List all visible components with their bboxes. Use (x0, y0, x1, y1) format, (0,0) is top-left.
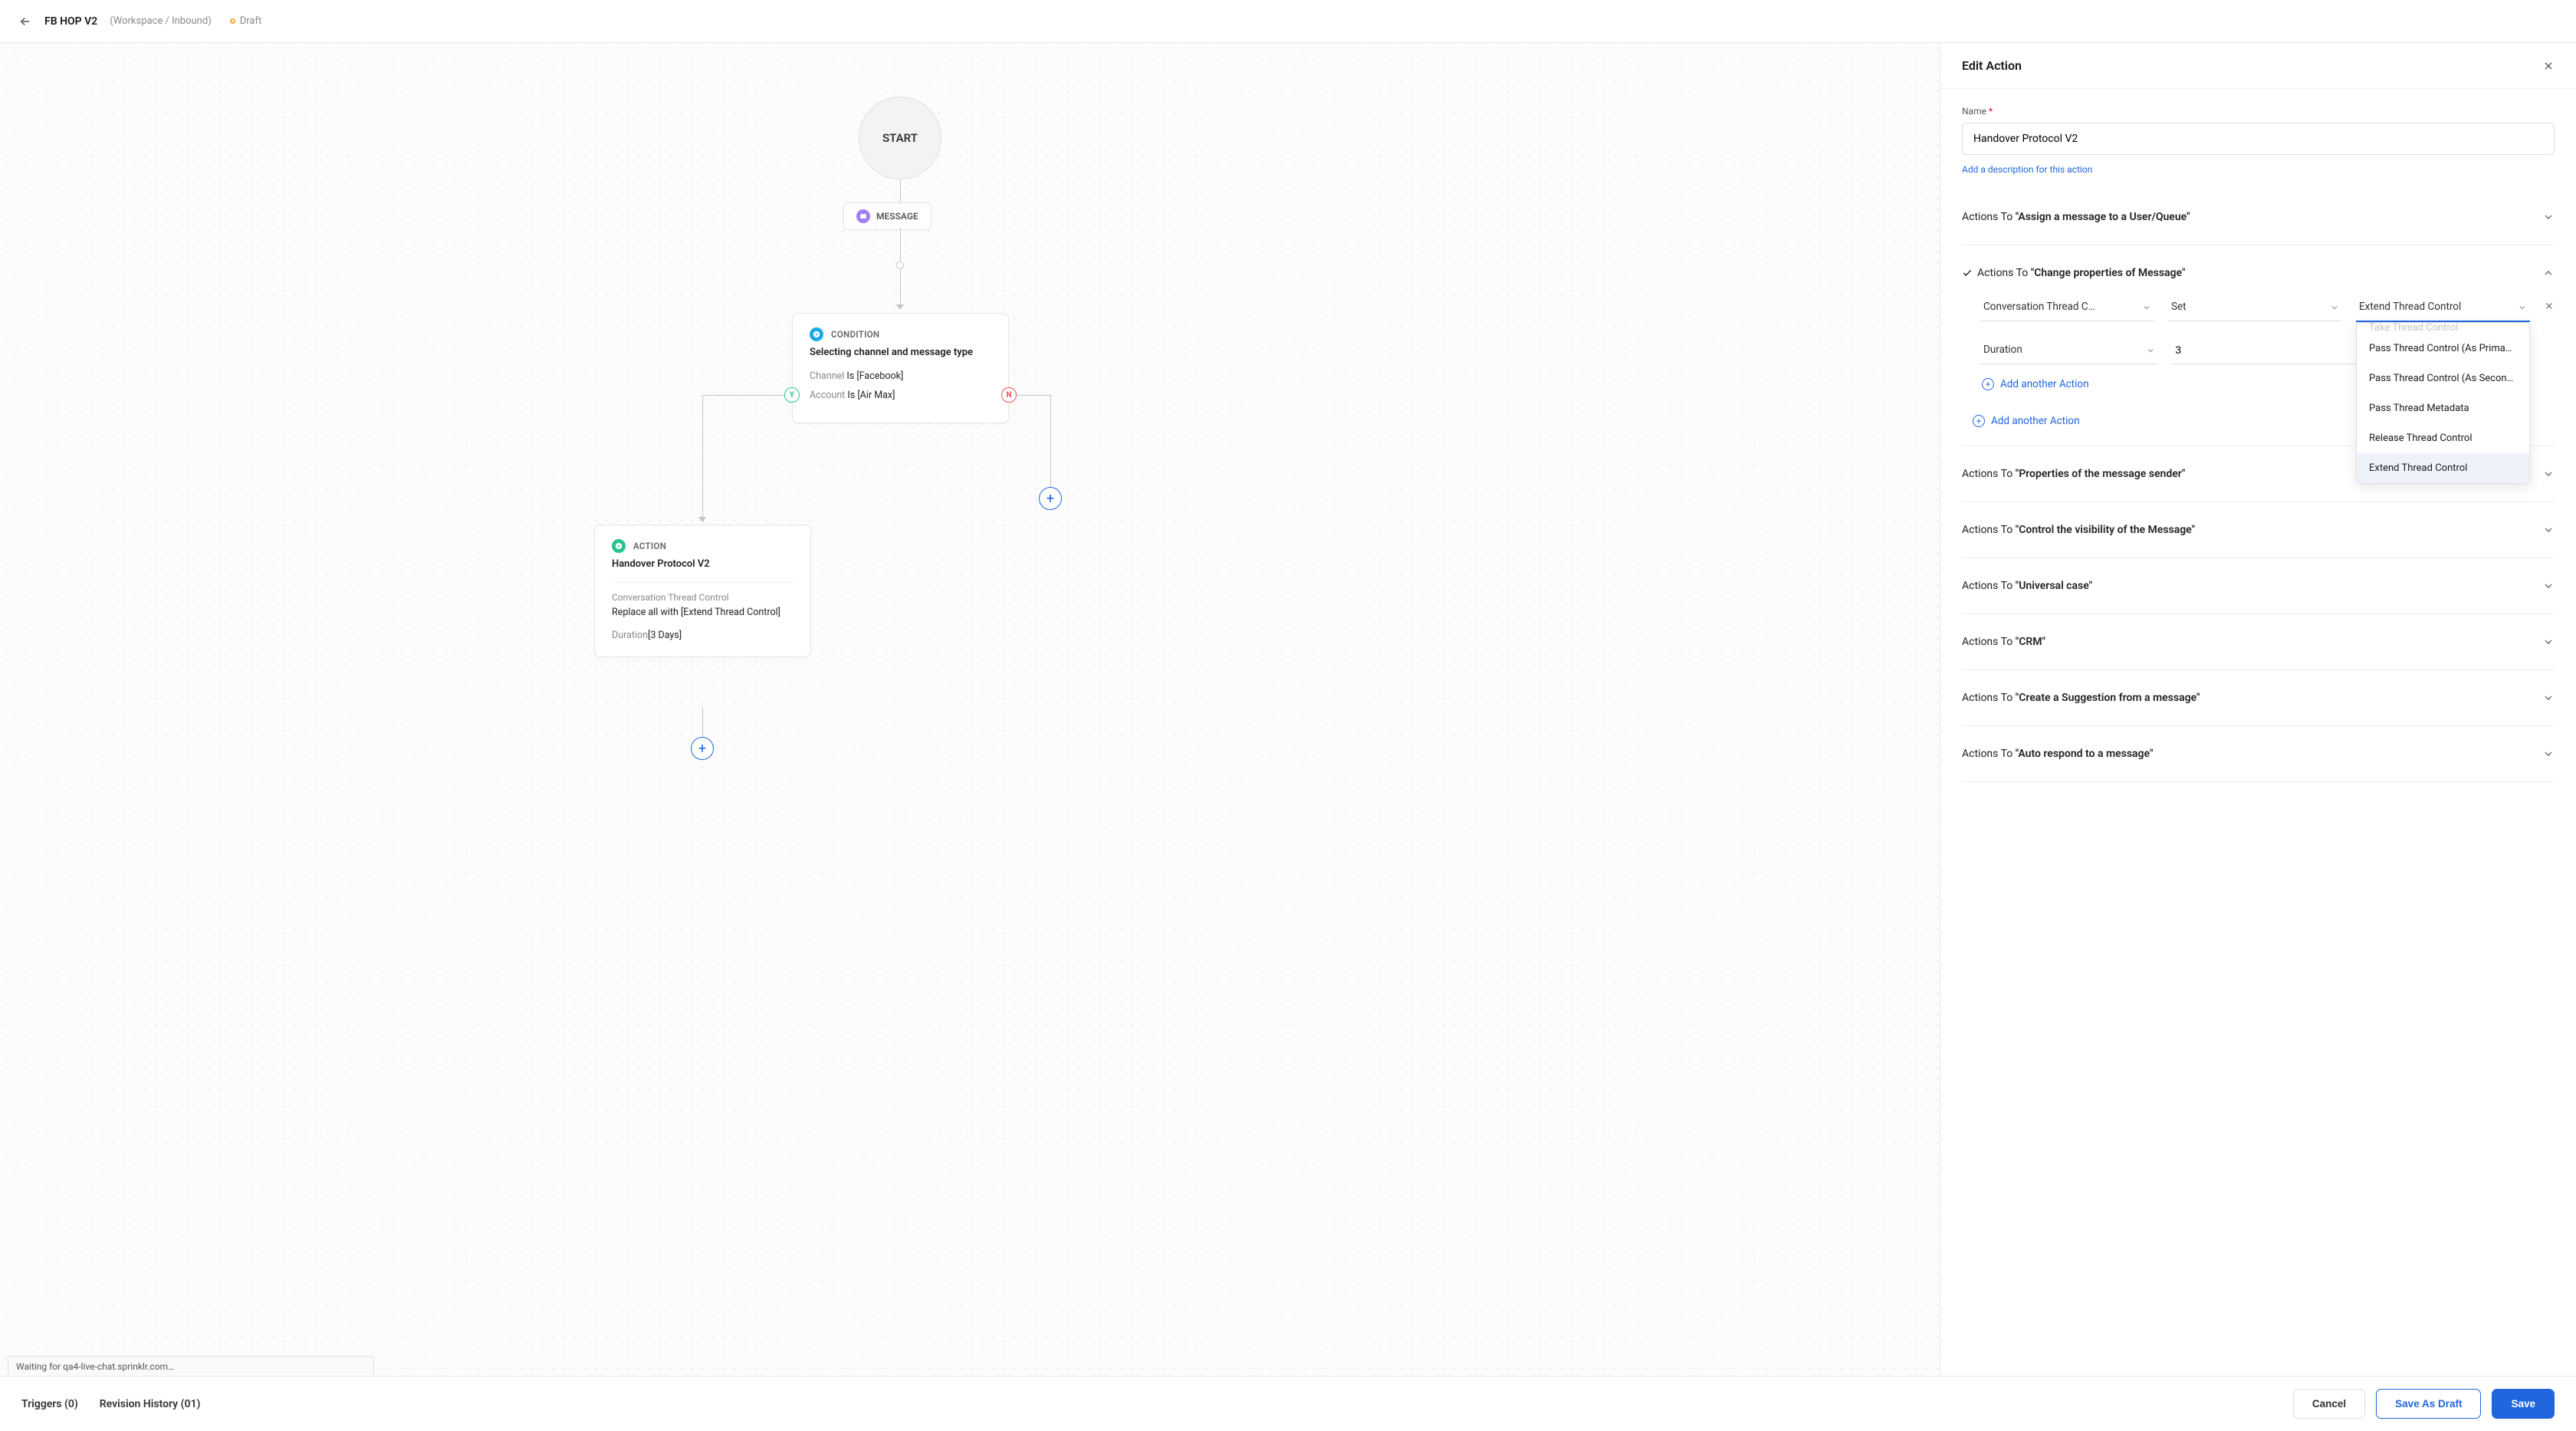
action-node[interactable]: ACTION Handover Protocol V2 Conversation… (594, 525, 811, 657)
property-select[interactable]: Conversation Thread C… (1980, 293, 2154, 321)
condition-node[interactable]: CONDITION Selecting channel and message … (792, 313, 1009, 423)
chevron-down-icon (2542, 748, 2555, 760)
section-change-properties[interactable]: Actions To "Change properties of Message… (1962, 245, 2555, 293)
panel-title: Edit Action (1962, 58, 2022, 73)
chevron-down-icon (2542, 636, 2555, 648)
dropdown-option[interactable]: Release Thread Control (2357, 423, 2529, 453)
no-port[interactable]: N (1001, 387, 1017, 403)
section-universal-case[interactable]: Actions To "Universal case" (1962, 558, 2555, 614)
dropdown-option[interactable]: Pass Thread Control (As Prima… (2357, 334, 2529, 364)
action-prop: Conversation Thread Control (612, 592, 794, 603)
chevron-down-icon (2542, 524, 2555, 536)
triggers-tab[interactable]: Triggers (0) (21, 1398, 78, 1410)
condition-row: Channel Is [Facebook] (810, 370, 991, 382)
duration-select[interactable]: Duration (1980, 336, 2158, 364)
action-duration: Duration[3 Days] (612, 629, 794, 643)
dropdown-option[interactable]: Pass Thread Control (As Secon… (2357, 364, 2529, 393)
check-icon (1962, 268, 1973, 278)
name-input[interactable] (1962, 123, 2555, 155)
dropdown-option[interactable]: Pass Thread Metadata (2357, 393, 2529, 423)
status-badge: Draft (230, 15, 262, 27)
draft-dot-icon (230, 18, 235, 24)
save-draft-button[interactable]: Save As Draft (2376, 1389, 2481, 1419)
chevron-down-icon (2542, 692, 2555, 704)
app-header: FB HOP V2 (Workspace / Inbound) Draft (0, 0, 2576, 43)
section-visibility[interactable]: Actions To "Control the visibility of th… (1962, 502, 2555, 558)
message-node-label: MESSAGE (876, 211, 918, 222)
condition-icon (810, 327, 823, 341)
action-type-label: ACTION (633, 541, 666, 551)
add-node-button[interactable]: + (691, 737, 714, 760)
close-icon[interactable] (2542, 60, 2555, 72)
save-button[interactable]: Save (2492, 1389, 2555, 1419)
page-title: FB HOP V2 (44, 15, 97, 28)
name-label: Name * (1962, 106, 2555, 117)
revision-history-tab[interactable]: Revision History (01) (100, 1398, 201, 1410)
chevron-down-icon (2542, 211, 2555, 223)
add-description-link[interactable]: Add a description for this action (1962, 164, 2092, 175)
chevron-up-icon (2542, 267, 2555, 279)
plus-icon: + (1973, 415, 1985, 427)
action-icon (612, 539, 626, 553)
message-icon (856, 209, 870, 223)
condition-type-label: CONDITION (831, 329, 879, 340)
operator-select[interactable]: Set (2168, 293, 2342, 321)
back-icon[interactable] (18, 15, 32, 28)
section-assign-message[interactable]: Actions To "Assign a message to a User/Q… (1962, 189, 2555, 245)
flow-canvas[interactable]: START MESSAGE CONDITION (0, 43, 1940, 1376)
app-footer: Triggers (0) Revision History (01) Cance… (0, 1376, 2576, 1431)
add-node-button[interactable]: + (1039, 487, 1062, 510)
chevron-down-icon (2542, 468, 2555, 480)
cancel-button[interactable]: Cancel (2293, 1389, 2365, 1419)
section-create-suggestion[interactable]: Actions To "Create a Suggestion from a m… (1962, 670, 2555, 725)
action-replace: Replace all with [Extend Thread Control] (612, 606, 794, 620)
action-title: Handover Protocol V2 (612, 558, 794, 571)
status-toast: Waiting for qa4-live-chat.sprinklr.com… (8, 1356, 374, 1376)
section-crm[interactable]: Actions To "CRM" (1962, 614, 2555, 669)
plus-icon: + (1982, 378, 1994, 390)
yes-port[interactable]: Y (784, 387, 800, 403)
value-dropdown: Take Thread Control Pass Thread Control … (2356, 322, 2530, 484)
message-node[interactable]: MESSAGE (843, 202, 932, 230)
value-select[interactable]: Extend Thread Control (2356, 293, 2530, 322)
edit-action-panel: Edit Action Name * Add a description for… (1940, 43, 2576, 1376)
condition-row: Account Is [Air Max] (810, 390, 991, 401)
dropdown-option[interactable]: Extend Thread Control (2357, 453, 2529, 483)
dropdown-option[interactable]: Take Thread Control (2357, 322, 2529, 334)
chevron-down-icon (2542, 580, 2555, 592)
remove-icon[interactable] (2544, 301, 2555, 311)
start-node[interactable]: START (859, 97, 941, 179)
section-auto-respond[interactable]: Actions To "Auto respond to a message" (1962, 726, 2555, 781)
breadcrumb: (Workspace / Inbound) (110, 15, 212, 27)
condition-title: Selecting channel and message type (810, 346, 991, 360)
status-text: Draft (240, 15, 262, 27)
